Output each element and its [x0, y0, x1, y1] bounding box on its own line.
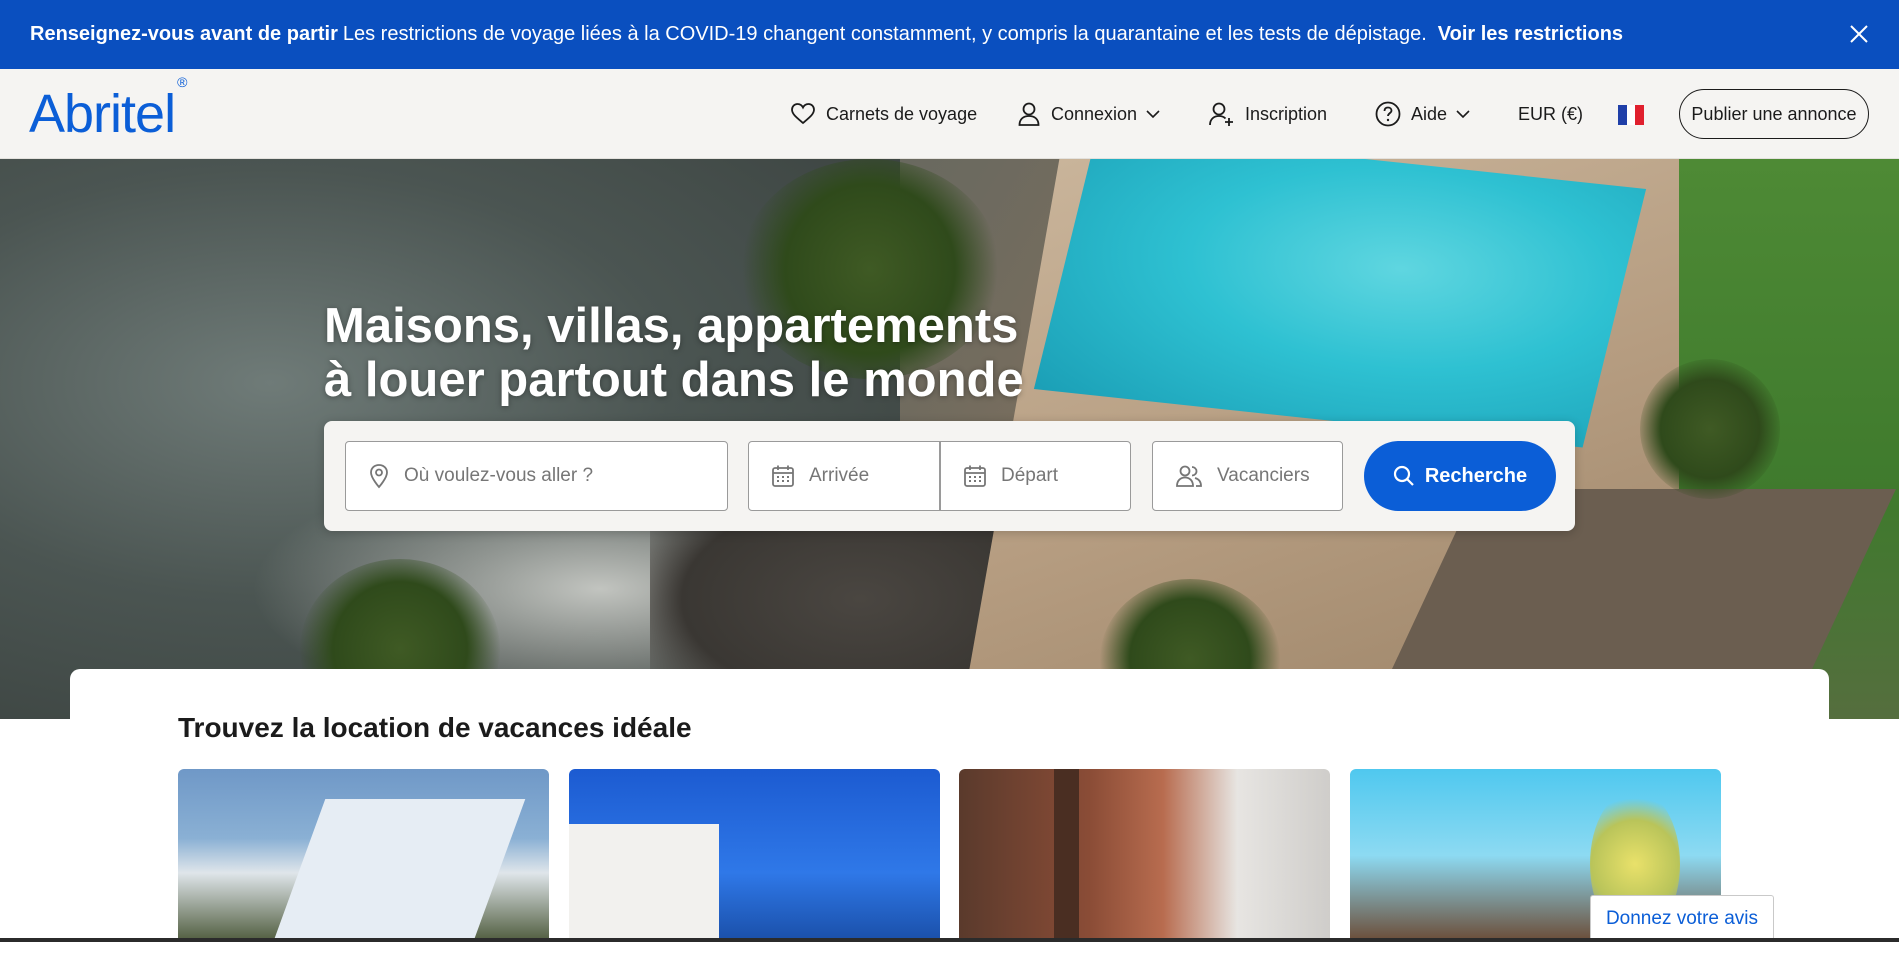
banner-message: Les restrictions de voyage liées à la CO… [342, 23, 1427, 45]
abritel-logo[interactable]: Abritel® [29, 74, 187, 145]
property-image [1054, 769, 1079, 942]
hero-section: Maisons, villas, appartements à louer pa… [0, 159, 1899, 719]
search-button-label: Recherche [1424, 464, 1528, 487]
arrival-date-input[interactable]: Arrivée [748, 441, 940, 511]
nav-login-label: Connexion [1051, 103, 1138, 124]
calendar-icon [964, 465, 986, 487]
banner-restrictions-link[interactable]: Voir les restrictions [1438, 23, 1623, 46]
chevron-down-icon [1146, 110, 1160, 119]
search-form: Où voulez-vous aller ? Arrivée Départ Va… [324, 421, 1575, 531]
hero-title-line-1: Maisons, villas, appartements [324, 299, 1019, 353]
nav-help-label: Aide [1411, 103, 1448, 124]
feedback-button[interactable]: Donnez votre avis [1590, 895, 1774, 942]
heart-icon [791, 103, 815, 125]
guests-input[interactable]: Vacanciers [1152, 441, 1343, 511]
map-pin-icon [370, 464, 388, 489]
arrival-placeholder: Arrivée [809, 465, 870, 486]
property-card[interactable] [178, 769, 549, 942]
users-icon [1176, 465, 1202, 487]
nav-signup[interactable]: Inscription [1209, 97, 1327, 131]
covid-banner: Renseignez-vous avant de partir Les rest… [0, 0, 1899, 69]
user-add-icon [1209, 102, 1233, 126]
publish-listing-button[interactable]: Publier une annonce [1679, 89, 1869, 139]
flag-fr-icon[interactable] [1618, 105, 1645, 125]
property-card[interactable] [959, 769, 1330, 942]
banner-bold-text: Renseignez-vous avant de partir [30, 23, 338, 45]
logo-text: Abritel [29, 84, 176, 144]
page-bottom-edge [0, 938, 1899, 942]
help-circle-icon [1375, 101, 1401, 127]
property-card[interactable] [569, 769, 940, 942]
nav-currency[interactable]: EUR (€) [1518, 97, 1583, 131]
close-icon[interactable] [1847, 22, 1871, 46]
property-image [270, 799, 526, 942]
search-button[interactable]: Recherche [1364, 441, 1556, 511]
property-image [569, 824, 719, 942]
chevron-down-icon [1456, 110, 1470, 119]
nav-trips[interactable]: Carnets de voyage [790, 97, 977, 131]
section-title: Trouvez la location de vacances idéale [178, 712, 692, 743]
nav-login[interactable]: Connexion [1017, 97, 1161, 131]
departure-date-input[interactable]: Départ [940, 441, 1131, 511]
guests-placeholder: Vacanciers [1217, 465, 1310, 486]
site-header: Abritel® Carnets de voyage Connexion Ins… [0, 69, 1899, 159]
departure-placeholder: Départ [1001, 465, 1059, 486]
destination-input[interactable]: Où voulez-vous aller ? [345, 441, 728, 511]
nav-trips-label: Carnets de voyage [826, 103, 978, 124]
search-icon [1393, 465, 1414, 486]
calendar-icon [772, 465, 794, 487]
logo-registered-mark: ® [177, 74, 187, 90]
user-icon [1018, 102, 1040, 126]
nav-help[interactable]: Aide [1375, 97, 1471, 131]
hero-title: Maisons, villas, appartements à louer pa… [324, 299, 1024, 407]
nav-currency-label: EUR (€) [1518, 103, 1584, 124]
hero-title-line-2: à louer partout dans le monde [324, 353, 1024, 407]
nav-signup-label: Inscription [1245, 103, 1328, 124]
destination-placeholder: Où voulez-vous aller ? [404, 465, 594, 486]
